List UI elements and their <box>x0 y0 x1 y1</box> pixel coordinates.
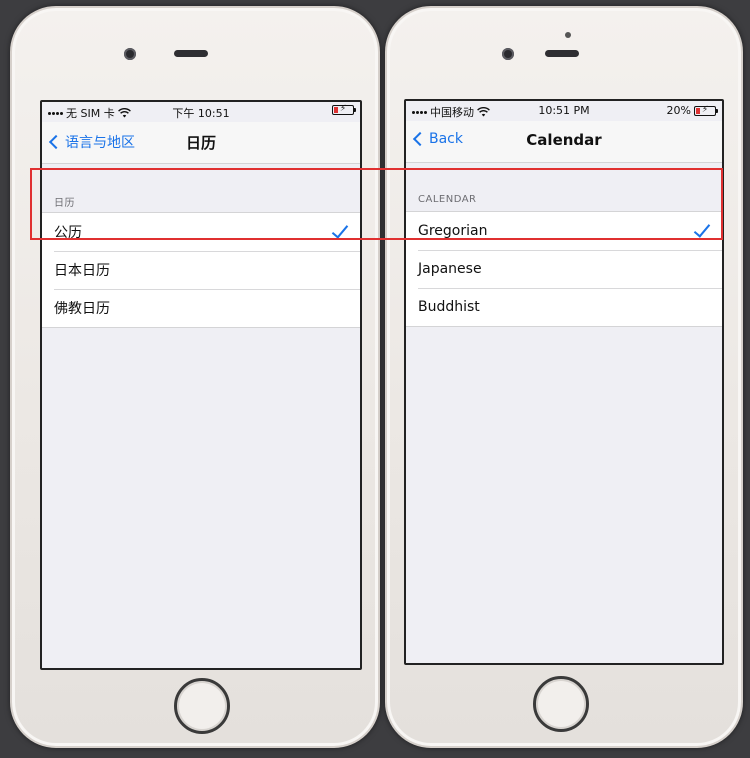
list-item-gregorian[interactable]: Gregorian <box>406 212 722 250</box>
row-label: Japanese <box>418 261 482 277</box>
checkmark-icon <box>693 220 711 238</box>
section-header: 日历 <box>54 198 75 209</box>
list-item-japanese[interactable]: 日本日历 <box>42 251 360 289</box>
proximity-sensor <box>565 32 571 38</box>
status-time: 下午 10:51 <box>172 107 230 120</box>
calendar-list: Gregorian Japanese Buddhist <box>406 211 722 327</box>
battery-icon: ⚡ <box>694 105 718 116</box>
earpiece <box>545 50 579 57</box>
list-item-gregorian[interactable]: 公历 <box>42 213 360 251</box>
battery-percent: 20% <box>666 104 691 117</box>
row-label: Gregorian <box>418 223 488 239</box>
screen-right: 中国移动 10:51 PM 20% ⚡ Back Calendar CALEND… <box>404 99 724 665</box>
front-camera <box>502 48 514 60</box>
list-item-japanese[interactable]: Japanese <box>406 250 722 288</box>
list-item-buddhist[interactable]: 佛教日历 <box>42 289 360 327</box>
phone-left: 无 SIM 卡 下午 10:51 ⚡ 语言与地区 日历 日历 公历 日本日历 佛… <box>10 6 380 748</box>
home-button[interactable] <box>533 676 589 732</box>
page-title: 日历 <box>185 134 216 152</box>
page-title: Calendar <box>526 131 602 149</box>
row-label: 日本日历 <box>54 263 110 279</box>
earpiece <box>174 50 208 57</box>
phone-right: 中国移动 10:51 PM 20% ⚡ Back Calendar CALEND… <box>385 6 743 748</box>
navigation-bar: 语言与地区 日历 <box>42 122 360 164</box>
home-button[interactable] <box>174 678 230 734</box>
row-label: Buddhist <box>418 299 480 315</box>
calendar-list: 公历 日本日历 佛教日历 <box>42 212 360 328</box>
section-header: CALENDAR <box>418 194 477 205</box>
navigation-bar: Back Calendar <box>406 121 722 163</box>
list-item-buddhist[interactable]: Buddhist <box>406 288 722 326</box>
status-bar: 中国移动 10:51 PM 20% ⚡ <box>406 101 722 121</box>
checkmark-icon <box>331 221 349 239</box>
row-label: 公历 <box>54 225 82 241</box>
row-label: 佛教日历 <box>54 301 110 317</box>
status-bar: 无 SIM 卡 下午 10:51 ⚡ <box>42 102 360 122</box>
battery-icon: ⚡ <box>332 104 356 115</box>
front-camera <box>124 48 136 60</box>
screen-left: 无 SIM 卡 下午 10:51 ⚡ 语言与地区 日历 日历 公历 日本日历 佛… <box>40 100 362 670</box>
